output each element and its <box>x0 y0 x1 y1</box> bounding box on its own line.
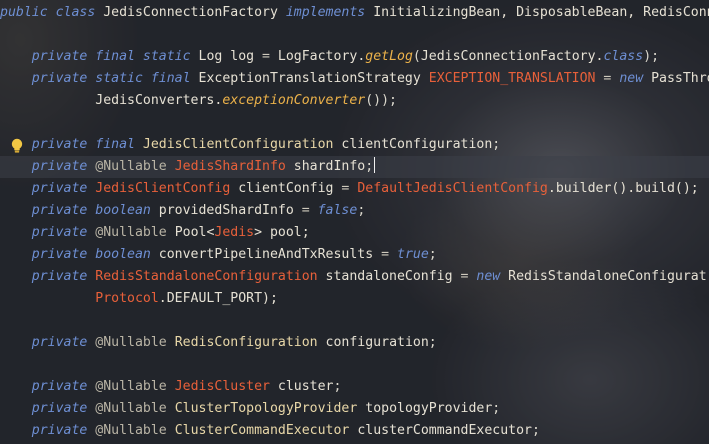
code-token: private <box>0 181 96 196</box>
code-token: JedisConverters. <box>0 93 223 108</box>
code-token: ; <box>428 247 437 262</box>
code-token: private <box>0 225 96 240</box>
code-token: ; <box>492 401 501 416</box>
code-token: topologyProvider <box>365 401 493 416</box>
code-token: @Nullable <box>95 379 175 394</box>
code-token: .builder().build(); <box>547 181 699 196</box>
code-token: Protocol <box>0 291 159 306</box>
code-token: JedisClientConfig <box>95 181 239 196</box>
code-token: Log <box>198 49 231 64</box>
code-line[interactable]: private @Nullable JedisCluster cluster; <box>0 376 342 398</box>
code-line[interactable]: public class JedisConnectionFactory impl… <box>0 2 709 24</box>
code-token: clientConfiguration <box>341 137 493 152</box>
code-token: false <box>317 203 358 218</box>
code-token: EXCEPTION_TRANSLATION <box>428 71 604 86</box>
code-token: ClusterTopologyProvider <box>174 401 366 416</box>
code-token: = <box>301 203 318 218</box>
code-token: clientConfig <box>238 181 342 196</box>
code-line[interactable]: private boolean providedShardInfo = fals… <box>0 200 366 222</box>
code-token: private final static <box>0 49 199 64</box>
code-token: @Nullable <box>95 225 175 240</box>
code-token: = <box>381 247 397 262</box>
code-token: private final <box>0 137 143 152</box>
code-line[interactable]: private RedisStandaloneConfiguration sta… <box>0 266 707 288</box>
code-token: Jedis <box>214 225 255 240</box>
code-token: private <box>0 159 96 174</box>
code-token: private boolean <box>0 247 159 262</box>
code-token: JedisConnectionFactory <box>103 5 286 20</box>
code-token: @Nullable <box>95 335 175 350</box>
code-line[interactable]: JedisConverters.exceptionConverter()); <box>0 90 397 112</box>
code-token: cluster <box>277 379 334 394</box>
code-token: providedShardInfo <box>158 203 302 218</box>
code-token: log <box>230 49 263 64</box>
code-token: ; <box>492 137 501 152</box>
code-token: RedisStandaloneConfiguration <box>95 269 326 284</box>
code-token: RedisStandaloneConfigurat <box>508 269 707 284</box>
code-token: ; <box>357 203 366 218</box>
code-token: private <box>0 423 96 438</box>
code-token: public class <box>0 5 104 20</box>
code-token: = <box>603 71 620 86</box>
code-token: private boolean <box>0 203 159 218</box>
code-token: LogFactory. <box>277 49 366 64</box>
code-token: shardInfo <box>293 159 366 174</box>
code-token: ; <box>365 159 374 174</box>
code-line[interactable]: private @Nullable ClusterCommandExecutor… <box>0 420 540 442</box>
code-line[interactable]: private boolean convertPipelineAndTxResu… <box>0 244 437 266</box>
code-token: .DEFAULT_PORT); <box>158 291 278 306</box>
code-token: @Nullable <box>95 401 175 416</box>
code-line[interactable]: private @Nullable ClusterTopologyProvide… <box>0 398 501 420</box>
code-token: clusterCommandExecutor <box>357 423 532 438</box>
code-token: ( <box>412 49 421 64</box>
code-editor[interactable]: public class JedisConnectionFactory impl… <box>0 0 709 444</box>
code-token: ExceptionTranslationStrategy <box>198 71 429 86</box>
code-token: PassThro <box>651 71 709 86</box>
code-token: DefaultJedisClientConfig <box>357 181 548 196</box>
code-token: RedisConfiguration <box>174 335 326 350</box>
code-token: > pool; <box>254 225 310 240</box>
code-line[interactable]: private @Nullable JedisShardInfo shardIn… <box>0 156 709 178</box>
code-token: convertPipelineAndTxResults <box>158 247 382 262</box>
code-line[interactable]: private @Nullable RedisConfiguration con… <box>0 332 437 354</box>
code-token: Pool< <box>174 225 215 240</box>
code-token: JedisCluster <box>174 379 278 394</box>
code-token: implements <box>285 5 374 20</box>
code-token: JedisClientConfiguration <box>142 137 342 152</box>
code-token: standaloneConfig <box>325 269 461 284</box>
code-token: private <box>0 335 96 350</box>
code-token: = <box>262 49 278 64</box>
code-token: configuration <box>325 335 429 350</box>
code-line[interactable]: Protocol.DEFAULT_PORT); <box>0 288 278 310</box>
code-token: ClusterCommandExecutor <box>174 423 358 438</box>
code-token: = <box>460 269 477 284</box>
code-token: ()); <box>365 93 397 108</box>
code-token: ); <box>643 49 660 64</box>
code-token: ; <box>531 423 540 438</box>
code-token: private static final <box>0 71 199 86</box>
code-token: true <box>397 247 429 262</box>
code-token: private <box>0 379 96 394</box>
code-line[interactable]: private static final ExceptionTranslatio… <box>0 68 709 90</box>
code-line[interactable]: private final JedisClientConfiguration c… <box>0 134 500 156</box>
code-token: JedisConnectionFactory. <box>420 49 604 64</box>
code-token: exceptionConverter <box>222 93 366 108</box>
code-token: private <box>0 401 96 416</box>
code-token: @Nullable <box>95 423 175 438</box>
text-cursor <box>374 157 376 173</box>
code-line[interactable]: private JedisClientConfig clientConfig =… <box>0 178 699 200</box>
code-token: getLog <box>365 49 413 64</box>
code-token: InitializingBean, DisposableBean, RedisC… <box>373 5 709 20</box>
code-token: = <box>341 181 358 196</box>
code-line[interactable]: private final static Log log = LogFactor… <box>0 46 659 68</box>
code-token: JedisShardInfo <box>174 159 294 174</box>
code-token: ; <box>428 335 437 350</box>
code-token: @Nullable <box>95 159 175 174</box>
code-token: class <box>603 49 644 64</box>
code-token: new <box>476 269 509 284</box>
code-token: private <box>0 269 96 284</box>
code-token: ; <box>333 379 342 394</box>
code-line[interactable]: private @Nullable Pool<Jedis> pool; <box>0 222 310 244</box>
code-token: new <box>619 71 652 86</box>
